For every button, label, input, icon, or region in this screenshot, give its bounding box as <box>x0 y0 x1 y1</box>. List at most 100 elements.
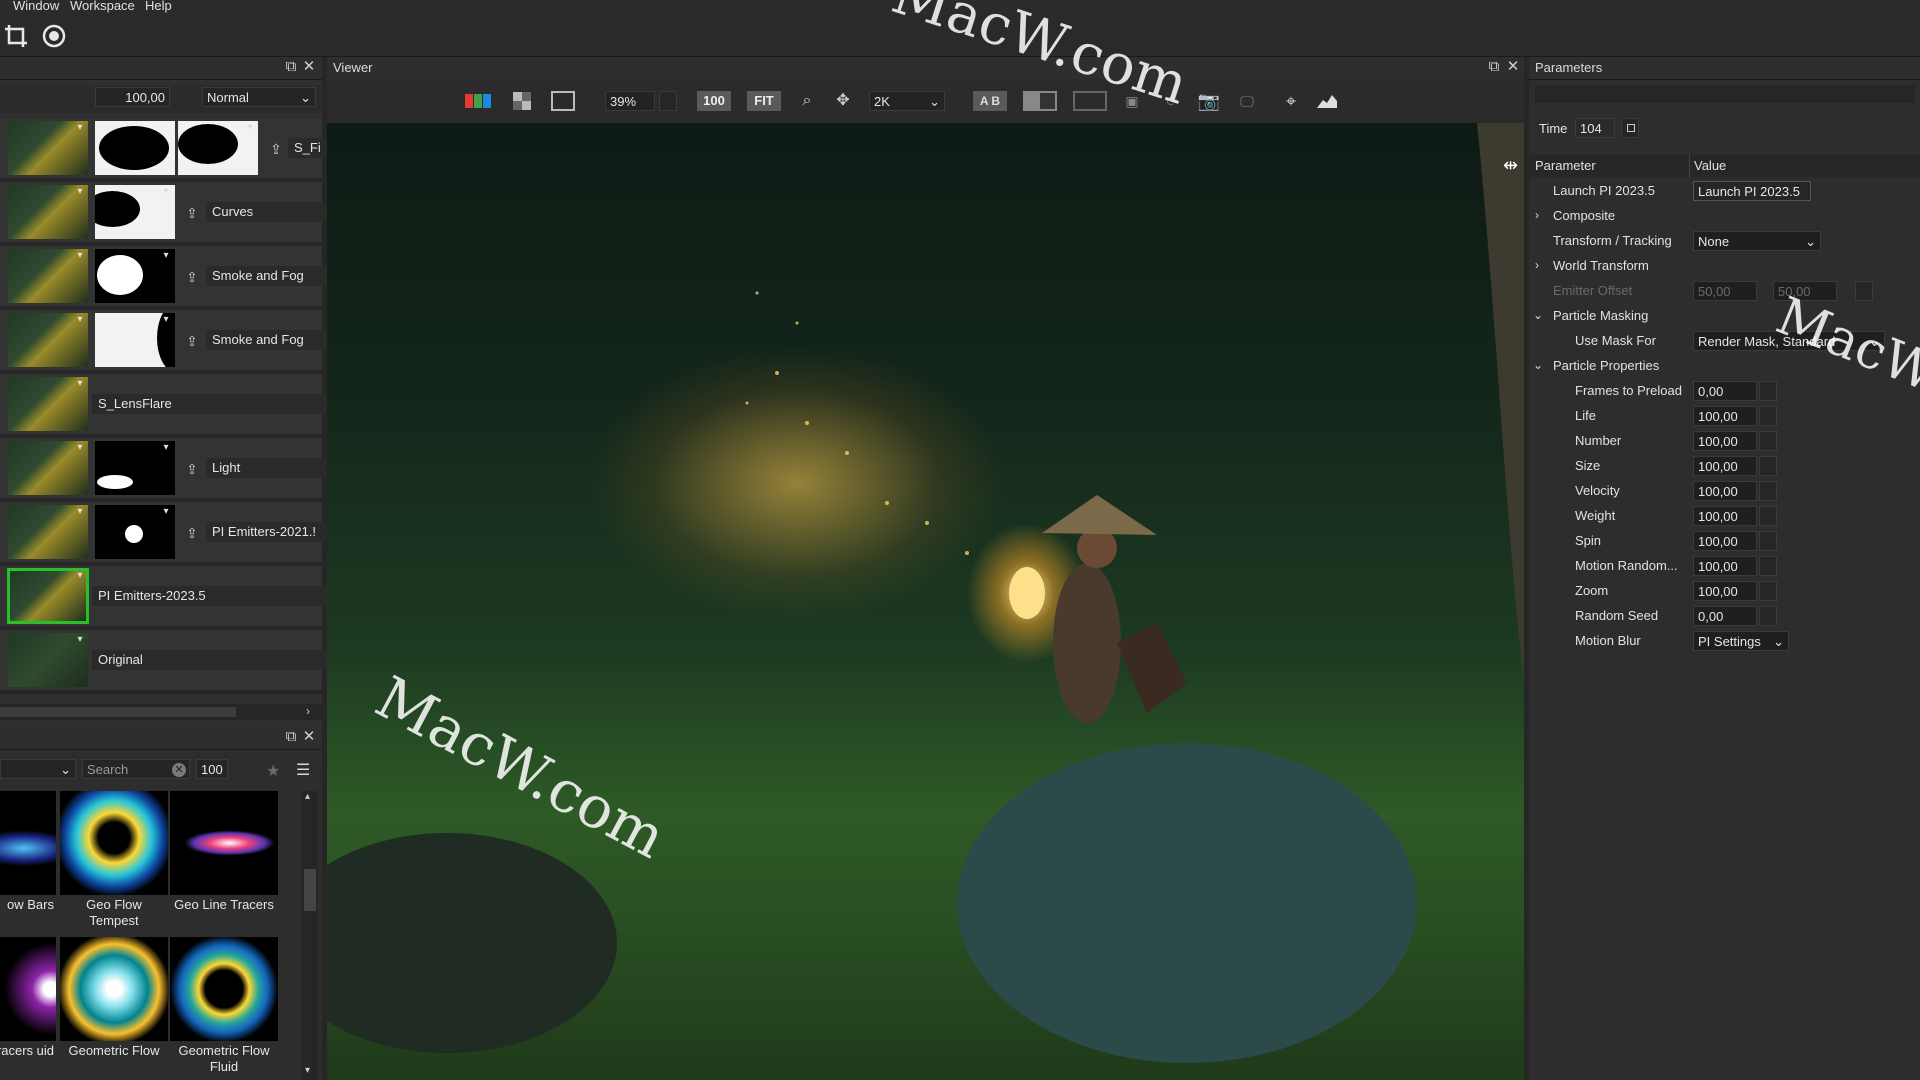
layer-row[interactable]: ▾ Original <box>0 630 328 694</box>
thumb-size-input[interactable]: 100 <box>196 759 228 779</box>
zoom-100-button[interactable]: 100 <box>697 91 731 111</box>
opacity-input[interactable]: 100,00 <box>95 87 170 107</box>
menu-window[interactable]: Window <box>13 0 59 12</box>
time-toggle-icon[interactable] <box>1621 118 1639 138</box>
link-icon[interactable]: ⇪ <box>184 460 200 478</box>
chevron-down-icon[interactable]: ▾ <box>74 506 86 518</box>
layer-row[interactable]: ▾ ▾ ⇪ Smoke and Fog <box>0 246 328 310</box>
param-spinner[interactable] <box>1759 381 1777 401</box>
param-spinner[interactable] <box>1759 581 1777 601</box>
menu-icon[interactable]: ☰ <box>296 760 310 780</box>
chevron-down-icon[interactable]: ▾ <box>74 186 86 198</box>
close-icon[interactable]: ✕ <box>300 728 318 746</box>
chevron-down-icon[interactable]: ▾ <box>244 122 256 134</box>
scrollbar-thumb[interactable] <box>0 707 236 717</box>
rgb-channels-icon[interactable] <box>463 91 493 111</box>
link-icon[interactable]: ⇪ <box>184 524 200 542</box>
chevron-down-icon[interactable]: ⌄ <box>1533 308 1545 322</box>
layer-name[interactable]: Light <box>206 458 328 478</box>
weight-input[interactable]: 100,00 <box>1693 506 1757 526</box>
emitter-toggle[interactable] <box>1855 281 1873 301</box>
zoom-input[interactable]: 100,00 <box>1693 581 1757 601</box>
preset-item[interactable]: ow Bars <box>0 791 56 913</box>
close-icon[interactable]: ✕ <box>1504 58 1522 76</box>
transform-select[interactable]: None ⌄ <box>1693 231 1821 251</box>
link-icon[interactable]: ⇪ <box>268 140 284 158</box>
preset-item[interactable]: e Tracers uid <box>0 937 56 1059</box>
float-panel-icon[interactable]: ⧉ <box>282 728 300 746</box>
chevron-right-icon[interactable]: › <box>306 704 310 718</box>
random-seed-input[interactable]: 0,00 <box>1693 606 1757 626</box>
chevron-down-icon[interactable]: ▾ <box>74 378 86 390</box>
chevron-down-icon[interactable]: ▾ <box>160 506 172 518</box>
layer-name[interactable]: Smoke and Fog <box>206 266 328 286</box>
param-group-row[interactable]: › World Transform <box>1529 254 1920 279</box>
preset-item[interactable]: Geo Line Tracers <box>170 791 278 913</box>
camera-icon[interactable]: 📷 <box>1195 91 1223 111</box>
chevron-right-icon[interactable]: › <box>1535 208 1547 222</box>
checkerboard-icon[interactable] <box>511 91 535 111</box>
param-group-row[interactable]: › Composite <box>1529 204 1920 229</box>
ab-compare-button[interactable]: A B <box>973 91 1007 111</box>
layer-row-selected[interactable]: ▾ PI Emitters-2023.5 <box>0 566 328 630</box>
fit-button[interactable]: FIT <box>747 91 781 111</box>
motion-blur-select[interactable]: PI Settings ⌄ <box>1693 631 1789 651</box>
chevron-down-icon[interactable]: ▾ <box>74 122 86 134</box>
chevron-down-icon[interactable]: ▾ <box>160 186 172 198</box>
param-spinner[interactable] <box>1759 556 1777 576</box>
float-panel-icon[interactable]: ⧉ <box>282 58 300 76</box>
chevron-down-icon[interactable]: ▾ <box>74 250 86 262</box>
resolution-select[interactable]: 2K ⌄ <box>869 91 945 111</box>
param-spinner[interactable] <box>1759 531 1777 551</box>
layer-row[interactable]: ▾ S_LensFlare <box>0 374 328 438</box>
zoom-select[interactable]: 39% <box>605 91 655 111</box>
time-input[interactable]: 104 <box>1575 118 1615 138</box>
split-view-icon[interactable] <box>1023 91 1057 111</box>
life-input[interactable]: 100,00 <box>1693 406 1757 426</box>
layer-row[interactable]: ▾ ▾ ⇪ S_Fi <box>0 118 328 182</box>
spin-input[interactable]: 100,00 <box>1693 531 1757 551</box>
velocity-input[interactable]: 100,00 <box>1693 481 1757 501</box>
layer-name[interactable]: Curves <box>206 202 328 222</box>
layer-row[interactable]: ▾ ▾ ⇪ Light <box>0 438 328 502</box>
vertical-scrollbar[interactable]: ▴ ▾ <box>302 791 318 1080</box>
param-spinner[interactable] <box>1759 506 1777 526</box>
chevron-down-icon[interactable]: ▾ <box>160 442 172 454</box>
crosshair-icon[interactable]: ⌖ <box>1277 91 1305 111</box>
param-spinner[interactable] <box>1759 456 1777 476</box>
layer-row[interactable]: ▾ ▾ ⇪ PI Emitters-2021.! <box>0 502 328 566</box>
number-input[interactable]: 100,00 <box>1693 431 1757 451</box>
magnifier-icon[interactable]: ⌕ <box>797 91 817 111</box>
chevron-down-icon[interactable]: ▾ <box>74 442 86 454</box>
frames-preload-input[interactable]: 0,00 <box>1693 381 1757 401</box>
chevron-down-icon[interactable]: ▾ <box>305 1065 310 1076</box>
preset-item[interactable]: Geometric Flow Fluid <box>170 937 278 1075</box>
float-panel-icon[interactable]: ⧉ <box>1485 58 1503 76</box>
motion-random-input[interactable]: 100,00 <box>1693 556 1757 576</box>
close-icon[interactable]: ✕ <box>300 58 318 76</box>
size-input[interactable]: 100,00 <box>1693 456 1757 476</box>
chevron-down-icon[interactable]: ⌄ <box>1533 358 1545 372</box>
chevron-down-icon[interactable]: ▾ <box>74 570 86 582</box>
layer-name[interactable]: PI Emitters-2021.! <box>206 522 328 542</box>
target-icon[interactable] <box>40 22 68 50</box>
layer-row[interactable]: ▾ ▾ ⇪ Smoke and Fog <box>0 310 328 374</box>
layer-name[interactable]: Original <box>92 650 328 670</box>
horizontal-scrollbar[interactable]: › <box>0 704 322 720</box>
crop-icon[interactable] <box>2 22 30 50</box>
layer-name[interactable]: PI Emitters-2023.5 <box>92 586 328 606</box>
chevron-down-icon[interactable]: ▾ <box>74 314 86 326</box>
param-spinner[interactable] <box>1759 406 1777 426</box>
launch-button[interactable]: Launch PI 2023.5 <box>1693 181 1811 201</box>
chevron-down-icon[interactable]: ▾ <box>160 250 172 262</box>
histogram-icon[interactable] <box>1313 91 1341 111</box>
layer-name[interactable]: S_Fi <box>288 138 328 158</box>
link-icon[interactable]: ⇪ <box>184 204 200 222</box>
monitor-icon[interactable]: 🖵 <box>1233 91 1261 111</box>
layer-name[interactable]: S_LensFlare <box>92 394 328 414</box>
chevron-down-icon[interactable]: ▾ <box>160 314 172 326</box>
scrollbar-thumb[interactable] <box>304 869 316 911</box>
param-spinner[interactable] <box>1759 606 1777 626</box>
param-spinner[interactable] <box>1759 481 1777 501</box>
preset-item[interactable]: Geometric Flow <box>60 937 168 1059</box>
